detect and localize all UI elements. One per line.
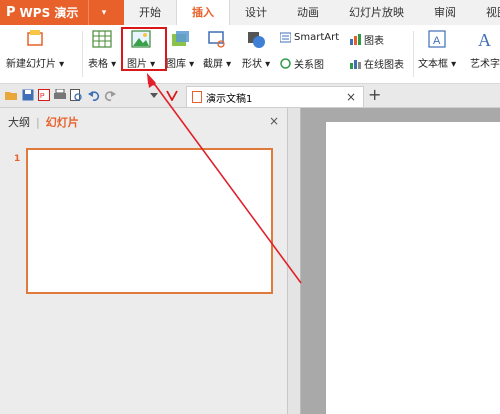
document-title: 演示文稿1 bbox=[206, 93, 253, 105]
divider bbox=[82, 31, 83, 77]
document-tab[interactable]: 演示文稿1 × bbox=[186, 86, 364, 107]
wordart-button[interactable]: A 艺术字 bbox=[470, 29, 500, 70]
panel-tab-separator: | bbox=[36, 115, 40, 129]
screenshot-icon bbox=[207, 29, 227, 49]
customize-toolbar-dropdown-icon[interactable] bbox=[148, 89, 160, 101]
tab-review[interactable]: 审阅 bbox=[419, 0, 471, 25]
shapes-label: 形状 ▾ bbox=[242, 59, 271, 70]
smartart-label: SmartArt bbox=[294, 32, 340, 43]
tab-animation[interactable]: 动画 bbox=[282, 0, 334, 25]
tab-view[interactable]: 视图 bbox=[471, 0, 500, 25]
panel-scrollbar[interactable] bbox=[288, 108, 301, 414]
tab-slideshow[interactable]: 幻灯片放映 bbox=[334, 0, 419, 25]
chart-label: 图表 bbox=[364, 36, 384, 47]
gallery-label: 图库 ▾ bbox=[166, 59, 195, 70]
tab-home[interactable]: 开始 bbox=[124, 0, 176, 25]
textbox-icon: A bbox=[427, 29, 447, 49]
new-slide-button[interactable]: 新建幻灯片 ▾ bbox=[6, 29, 64, 70]
screenshot-button[interactable]: 截屏 ▾ bbox=[203, 29, 231, 70]
chart-icon bbox=[350, 34, 361, 45]
svg-text:A: A bbox=[433, 35, 441, 47]
smartart-button[interactable]: SmartArt bbox=[279, 32, 340, 43]
slides-panel: 大纲 | 幻灯片 × 1 bbox=[0, 108, 288, 414]
new-slide-label: 新建幻灯片 ▾ bbox=[6, 59, 65, 70]
online-chart-label: 在线图表 bbox=[364, 60, 404, 71]
relation-diagram-button[interactable]: 关系图 bbox=[280, 56, 324, 71]
online-chart-button[interactable]: 在线图表 bbox=[350, 56, 404, 71]
smartart-icon bbox=[279, 32, 292, 43]
app-name: WPS 演示 bbox=[19, 6, 79, 20]
app-menu-dropdown[interactable]: ▾ bbox=[88, 0, 119, 25]
slide-canvas[interactable] bbox=[326, 122, 500, 414]
close-tab-button[interactable]: × bbox=[346, 90, 356, 104]
ribbon-tabs: 开始 插入 设计 动画 幻灯片放映 审阅 视图 bbox=[124, 0, 500, 27]
relation-diagram-icon bbox=[280, 58, 291, 69]
panel-header: 大纲 | 幻灯片 bbox=[0, 108, 287, 136]
tab-outline[interactable]: 大纲 bbox=[8, 114, 30, 130]
table-button[interactable]: 表格 ▾ bbox=[88, 29, 116, 70]
wordart-icon: A bbox=[475, 29, 495, 50]
slide-thumbnail[interactable] bbox=[26, 148, 273, 294]
divider bbox=[413, 31, 414, 77]
screenshot-label: 截屏 ▾ bbox=[203, 59, 232, 70]
new-slide-icon bbox=[25, 29, 45, 49]
title-bar: P WPS 演示 ▾ 开始 插入 设计 动画 幻灯片放映 审阅 视图 bbox=[0, 0, 500, 27]
gallery-button[interactable]: 图库 ▾ bbox=[166, 29, 194, 70]
tab-slides[interactable]: 幻灯片 bbox=[46, 114, 79, 130]
new-tab-button[interactable]: + bbox=[368, 85, 381, 104]
wps-feature-icon[interactable] bbox=[166, 89, 178, 101]
tab-design[interactable]: 设计 bbox=[230, 0, 282, 25]
picture-button-highlight bbox=[121, 27, 167, 71]
open-folder-icon[interactable] bbox=[5, 89, 17, 101]
shapes-button[interactable]: 形状 ▾ bbox=[242, 29, 270, 70]
wordart-label: 艺术字 bbox=[470, 59, 500, 70]
slide-number: 1 bbox=[14, 154, 21, 164]
shapes-icon bbox=[246, 29, 266, 49]
svg-text:A: A bbox=[478, 30, 491, 49]
save-icon[interactable] bbox=[22, 89, 34, 101]
svg-text:P: P bbox=[40, 93, 45, 100]
gallery-icon bbox=[170, 29, 190, 49]
textbox-button[interactable]: A 文本框 ▾ bbox=[418, 29, 456, 70]
table-label: 表格 ▾ bbox=[88, 59, 117, 70]
print-icon[interactable] bbox=[54, 89, 66, 101]
presentation-file-icon bbox=[192, 91, 202, 103]
print-preview-icon[interactable] bbox=[70, 89, 82, 101]
wps-logo-icon: P bbox=[6, 5, 16, 20]
relation-diagram-label: 关系图 bbox=[294, 60, 324, 71]
tab-insert[interactable]: 插入 bbox=[176, 0, 230, 27]
undo-icon[interactable] bbox=[88, 89, 100, 101]
panel-close-button[interactable]: × bbox=[269, 114, 279, 128]
redo-icon[interactable] bbox=[104, 89, 116, 101]
app-menu-button[interactable]: P WPS 演示 ▾ bbox=[0, 0, 124, 25]
table-icon bbox=[92, 29, 112, 49]
insert-ribbon: 新建幻灯片 ▾ 表格 ▾ 图片 ▾ 图库 ▾ 截屏 ▾ 形状 ▾ SmartAr… bbox=[0, 25, 500, 84]
chart-button[interactable]: 图表 bbox=[350, 32, 384, 47]
online-chart-icon bbox=[350, 58, 361, 69]
textbox-label: 文本框 ▾ bbox=[418, 59, 457, 70]
export-pdf-icon[interactable]: P bbox=[38, 89, 50, 101]
